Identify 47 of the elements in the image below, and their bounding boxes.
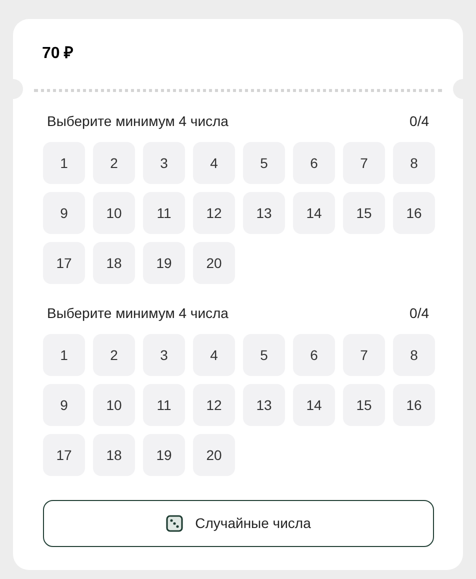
- number-cell[interactable]: 15: [343, 384, 385, 426]
- number-cell[interactable]: 3: [143, 334, 185, 376]
- number-cell[interactable]: 14: [293, 384, 335, 426]
- number-cell[interactable]: 20: [193, 434, 235, 476]
- number-cell[interactable]: 6: [293, 142, 335, 184]
- number-cell[interactable]: 1: [43, 334, 85, 376]
- number-cell[interactable]: 20: [193, 242, 235, 284]
- number-cell[interactable]: 5: [243, 142, 285, 184]
- number-cell[interactable]: 9: [43, 192, 85, 234]
- number-cell[interactable]: 3: [143, 142, 185, 184]
- number-cell[interactable]: 19: [143, 434, 185, 476]
- field-title: Выберите минимум 4 числа: [47, 304, 228, 323]
- number-cell[interactable]: 19: [143, 242, 185, 284]
- number-cell[interactable]: 7: [343, 142, 385, 184]
- number-cell[interactable]: 11: [143, 192, 185, 234]
- number-cell[interactable]: 13: [243, 384, 285, 426]
- number-cell[interactable]: 4: [193, 334, 235, 376]
- number-cell[interactable]: 10: [93, 384, 135, 426]
- number-cell[interactable]: 16: [393, 384, 435, 426]
- number-cell[interactable]: 17: [43, 242, 85, 284]
- number-cell[interactable]: 8: [393, 142, 435, 184]
- number-cell[interactable]: 14: [293, 192, 335, 234]
- number-cell[interactable]: 2: [93, 142, 135, 184]
- number-cell[interactable]: 11: [143, 384, 185, 426]
- number-cell[interactable]: 10: [93, 192, 135, 234]
- number-cell[interactable]: 18: [93, 242, 135, 284]
- number-cell[interactable]: 16: [393, 192, 435, 234]
- number-cell[interactable]: 12: [193, 384, 235, 426]
- selection-counter: 0/4: [410, 304, 429, 322]
- number-cell[interactable]: 2: [93, 334, 135, 376]
- number-cell[interactable]: 4: [193, 142, 235, 184]
- number-cell[interactable]: 17: [43, 434, 85, 476]
- number-cell[interactable]: 7: [343, 334, 385, 376]
- random-numbers-button[interactable]: Случайные числа: [43, 500, 434, 547]
- dice-icon: [166, 515, 184, 532]
- number-cell[interactable]: 5: [243, 334, 285, 376]
- number-cell[interactable]: 9: [43, 384, 85, 426]
- selection-counter: 0/4: [410, 112, 429, 130]
- number-cell[interactable]: 13: [243, 192, 285, 234]
- field-title: Выберите минимум 4 числа: [47, 112, 228, 131]
- number-cell[interactable]: 18: [93, 434, 135, 476]
- number-cell[interactable]: 1: [43, 142, 85, 184]
- number-cell[interactable]: 6: [293, 334, 335, 376]
- number-cell[interactable]: 15: [343, 192, 385, 234]
- number-cell[interactable]: 8: [393, 334, 435, 376]
- price: 70 ₽: [42, 44, 74, 64]
- number-cell[interactable]: 12: [193, 192, 235, 234]
